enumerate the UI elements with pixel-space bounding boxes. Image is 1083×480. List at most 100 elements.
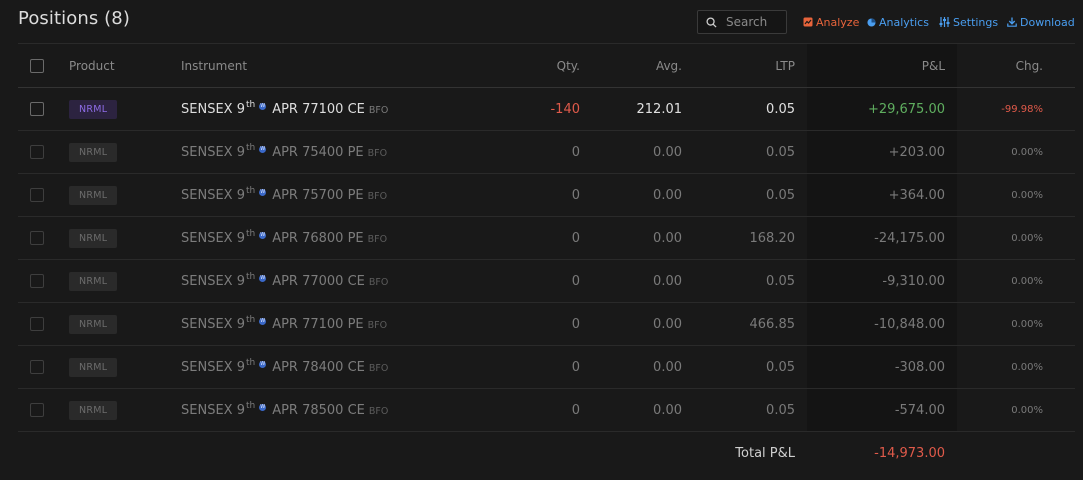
table-row[interactable]: NRML SENSEX 9th W APR 77100 CE BFO -140 212… xyxy=(18,88,1075,131)
weekly-expiry-icon: W xyxy=(259,403,267,411)
instrument-name-suffix: APR 78500 CE xyxy=(272,402,365,418)
instrument-name-suffix: APR 75700 PE xyxy=(272,187,364,203)
row-checkbox[interactable] xyxy=(30,360,44,374)
col-instrument[interactable]: Instrument xyxy=(181,44,247,87)
total-row: Total P&L -14,973.00 xyxy=(18,432,1075,475)
weekly-expiry-icon: W xyxy=(259,317,267,325)
instrument-date-suffix: th xyxy=(245,185,256,196)
instrument-date-suffix: th xyxy=(245,228,256,239)
ltp-cell: 168.20 xyxy=(749,230,796,246)
analytics-button[interactable]: Analytics xyxy=(867,15,929,29)
table-row[interactable]: NRML SENSEX 9th W APR 75400 PE BFO 0 0.00 0… xyxy=(18,131,1075,174)
ltp-cell: 0.05 xyxy=(766,101,795,117)
product-badge: NRML xyxy=(69,142,118,162)
qty-cell: 0 xyxy=(571,230,580,246)
instrument-name-prefix: SENSEX 9 xyxy=(181,359,245,375)
chg-cell: 0.00% xyxy=(1011,146,1043,158)
weekly-expiry-icon: W xyxy=(259,274,267,282)
chg-cell: 0.00% xyxy=(1011,404,1043,416)
table-row[interactable]: NRML SENSEX 9th W APR 76800 PE BFO 0 0.00 1… xyxy=(18,217,1075,260)
qty-cell: 0 xyxy=(571,273,580,289)
exchange-label: BFO xyxy=(368,104,389,116)
product-badge: NRML xyxy=(69,271,118,291)
download-label: Download xyxy=(1020,15,1075,29)
table-row[interactable]: NRML SENSEX 9th W APR 75700 PE BFO 0 0.00 0… xyxy=(18,174,1075,217)
instrument-cell[interactable]: SENSEX 9th W APR 78400 CE BFO xyxy=(181,346,388,388)
instrument-cell[interactable]: SENSEX 9th W APR 77100 PE BFO xyxy=(181,303,387,345)
instrument-date-suffix: th xyxy=(245,142,256,153)
col-avg[interactable]: Avg. xyxy=(656,44,682,87)
weekly-expiry-icon: W xyxy=(259,231,267,239)
row-checkbox[interactable] xyxy=(30,274,44,288)
ltp-cell: 0.05 xyxy=(766,273,795,289)
col-chg[interactable]: Chg. xyxy=(1016,44,1043,87)
pnl-cell: +364.00 xyxy=(888,187,945,203)
table-row[interactable]: NRML SENSEX 9th W APR 77100 PE BFO 0 0.00 4… xyxy=(18,303,1075,346)
instrument-cell[interactable]: SENSEX 9th W APR 75400 PE BFO xyxy=(181,131,387,173)
instrument-cell[interactable]: SENSEX 9th W APR 75700 PE BFO xyxy=(181,174,387,216)
positions-header: Positions (8) Analyze Analytics Se xyxy=(0,0,1083,43)
sliders-icon xyxy=(939,17,950,27)
instrument-date-suffix: th xyxy=(245,400,256,411)
instrument-date-suffix: th xyxy=(245,357,256,368)
instrument-name-suffix: APR 75400 PE xyxy=(272,144,364,160)
instrument-name-suffix: APR 77100 PE xyxy=(272,316,364,332)
instrument-name-prefix: SENSEX 9 xyxy=(181,230,245,246)
download-button[interactable]: Download xyxy=(1007,15,1075,29)
instrument-name-prefix: SENSEX 9 xyxy=(181,187,245,203)
instrument-cell[interactable]: SENSEX 9th W APR 78500 CE BFO xyxy=(181,389,388,431)
avg-cell: 0.00 xyxy=(653,144,682,160)
instrument-name-prefix: SENSEX 9 xyxy=(181,402,245,418)
qty-cell: 0 xyxy=(571,402,580,418)
analyze-icon xyxy=(803,17,813,27)
search-icon xyxy=(706,17,717,28)
col-qty[interactable]: Qty. xyxy=(557,44,580,87)
settings-label: Settings xyxy=(953,15,999,29)
table-row[interactable]: NRML SENSEX 9th W APR 77000 CE BFO 0 0.00 0… xyxy=(18,260,1075,303)
avg-cell: 0.00 xyxy=(653,402,682,418)
instrument-name-suffix: APR 78400 CE xyxy=(272,359,365,375)
exchange-label: BFO xyxy=(368,405,389,417)
instrument-name-prefix: SENSEX 9 xyxy=(181,101,245,117)
page-title: Positions (8) xyxy=(18,8,130,29)
positions-table: Product Instrument Qty. Avg. LTP P&L Chg… xyxy=(18,43,1075,475)
row-checkbox[interactable] xyxy=(30,145,44,159)
instrument-cell[interactable]: SENSEX 9th W APR 77100 CE BFO xyxy=(181,88,388,130)
chg-cell: 0.00% xyxy=(1011,318,1043,330)
chg-cell: 0.00% xyxy=(1011,189,1043,201)
ltp-cell: 0.05 xyxy=(766,359,795,375)
instrument-name-prefix: SENSEX 9 xyxy=(181,273,245,289)
pnl-cell: +203.00 xyxy=(888,144,945,160)
col-pnl[interactable]: P&L xyxy=(922,44,945,87)
settings-button[interactable]: Settings xyxy=(939,15,998,29)
search-input[interactable] xyxy=(726,14,784,30)
product-badge: NRML xyxy=(69,357,118,377)
instrument-name-suffix: APR 77000 CE xyxy=(272,273,365,289)
table-row[interactable]: NRML SENSEX 9th W APR 78500 CE BFO 0 0.00 0… xyxy=(18,389,1075,432)
chg-cell: 0.00% xyxy=(1011,275,1043,287)
avg-cell: 0.00 xyxy=(653,273,682,289)
instrument-cell[interactable]: SENSEX 9th W APR 76800 PE BFO xyxy=(181,217,387,259)
col-product[interactable]: Product xyxy=(69,44,115,87)
avg-cell: 0.00 xyxy=(653,316,682,332)
exchange-label: BFO xyxy=(368,362,389,374)
row-checkbox[interactable] xyxy=(30,188,44,202)
instrument-cell[interactable]: SENSEX 9th W APR 77000 CE BFO xyxy=(181,260,388,302)
row-checkbox[interactable] xyxy=(30,231,44,245)
search-box[interactable] xyxy=(697,10,787,34)
weekly-expiry-icon: W xyxy=(259,360,267,368)
select-all-checkbox[interactable] xyxy=(30,58,44,73)
row-checkbox[interactable] xyxy=(30,102,44,116)
pnl-cell: -9,310.00 xyxy=(882,273,945,289)
qty-cell: 0 xyxy=(571,316,580,332)
col-ltp[interactable]: LTP xyxy=(775,44,795,87)
row-checkbox[interactable] xyxy=(30,403,44,417)
total-pnl-value: -14,973.00 xyxy=(874,446,945,461)
table-row[interactable]: NRML SENSEX 9th W APR 78400 CE BFO 0 0.00 0… xyxy=(18,346,1075,389)
row-checkbox[interactable] xyxy=(30,317,44,331)
product-badge: NRML xyxy=(69,185,118,205)
exchange-label: BFO xyxy=(367,147,388,159)
analyze-button[interactable]: Analyze xyxy=(803,15,859,29)
exchange-label: BFO xyxy=(367,319,388,331)
instrument-date-suffix: th xyxy=(245,271,256,282)
